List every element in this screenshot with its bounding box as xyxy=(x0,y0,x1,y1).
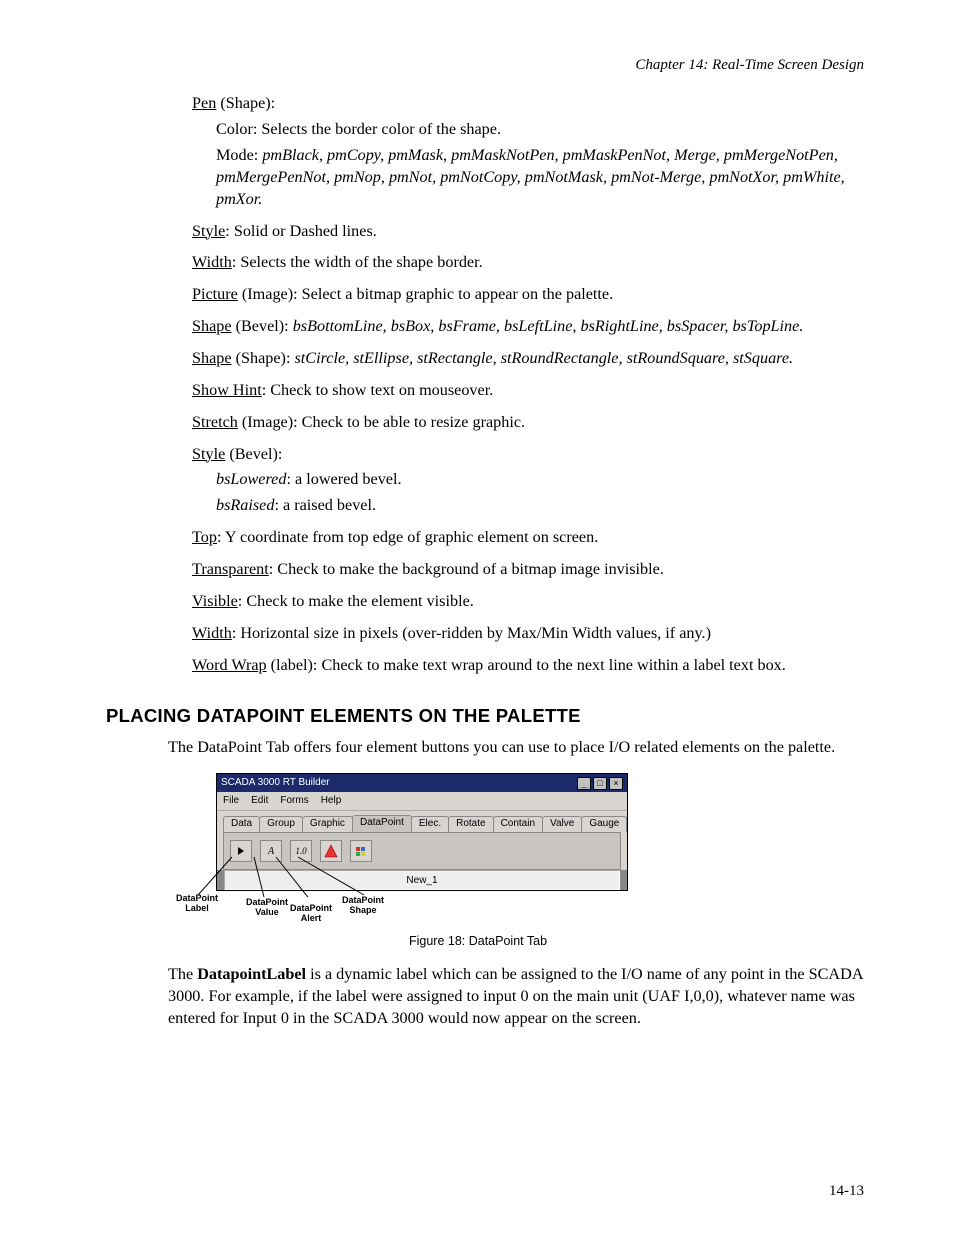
callout-dp-shape: DataPoint Shape xyxy=(334,895,392,915)
menu-help[interactable]: Help xyxy=(321,792,342,810)
pointer-tool-icon[interactable] xyxy=(230,840,252,862)
def-picture: Picture (Image): Select a bitmap graphic… xyxy=(192,284,864,306)
minimize-button[interactable]: _ xyxy=(577,777,591,790)
def-pen: Pen (Shape): Color: Selects the border c… xyxy=(192,93,864,210)
figure-callout-labels: DataPoint Label DataPoint Value DataPoin… xyxy=(168,891,636,921)
tab-group[interactable]: Group xyxy=(259,816,303,832)
tool-a[interactable]: A xyxy=(260,840,282,862)
tab-datapoint[interactable]: DataPoint xyxy=(352,815,412,832)
figure-stage: New_1 xyxy=(217,870,627,890)
section-after: The DatapointLabel is a dynamic label wh… xyxy=(168,964,864,1030)
chapter-header: Chapter 14: Real-Time Screen Design xyxy=(106,55,864,75)
def-wordwrap: Word Wrap (label): Check to make text wr… xyxy=(192,655,864,677)
menu-edit[interactable]: Edit xyxy=(251,792,268,810)
callout-dp-alert: DataPoint Alert xyxy=(282,903,340,923)
pen-color: Color: Selects the border color of the s… xyxy=(216,119,864,141)
def-shape-bevel: Shape (Bevel): bsBottomLine, bsBox, bsFr… xyxy=(192,316,864,338)
maximize-button[interactable]: □ xyxy=(593,777,607,790)
tab-contain[interactable]: Contain xyxy=(493,816,543,832)
def-showhint: Show Hint: Check to show text on mouseov… xyxy=(192,380,864,402)
def-width2: Width: Horizontal size in pixels (over-r… xyxy=(192,623,864,645)
menu-forms[interactable]: Forms xyxy=(280,792,308,810)
tab-valve[interactable]: Valve xyxy=(542,816,582,832)
def-transparent: Transparent: Check to make the backgroun… xyxy=(192,559,864,581)
figure-title: SCADA 3000 RT Builder xyxy=(221,774,330,792)
def-top: Top: Y coordinate from top edge of graph… xyxy=(192,527,864,549)
section-intro: The DataPoint Tab offers four element bu… xyxy=(168,737,864,759)
figure-wrap: SCADA 3000 RT Builder _ □ × File Edit Fo… xyxy=(168,773,788,950)
term-pen-suffix: (Shape): xyxy=(216,94,275,112)
stage-tab-label[interactable]: New_1 xyxy=(406,874,437,888)
def-style2: Style (Bevel): bsLowered: a lowered beve… xyxy=(192,444,864,518)
tab-gauge[interactable]: Gauge xyxy=(581,816,627,832)
pen-mode: Mode: pmBlack, pmCopy, pmMask, pmMaskNot… xyxy=(216,145,864,211)
tab-rotate[interactable]: Rotate xyxy=(448,816,493,832)
callout-dp-label: DataPoint Label xyxy=(168,893,226,913)
tab-graphic[interactable]: Graphic xyxy=(302,816,353,832)
page-number: 14-13 xyxy=(829,1181,864,1201)
def-style1: Style: Solid or Dashed lines. xyxy=(192,221,864,243)
figure-titlebar: SCADA 3000 RT Builder _ □ × xyxy=(217,774,627,792)
menu-file[interactable]: File xyxy=(223,792,239,810)
arrow-icon xyxy=(238,847,244,855)
figure-tabs: Data Group Graphic DataPoint Elec. Rotat… xyxy=(223,815,621,832)
figure-menubar: File Edit Forms Help xyxy=(217,792,627,811)
figure-caption: Figure 18: DataPoint Tab xyxy=(168,933,788,950)
tab-audvid[interactable]: Aud/Vid xyxy=(626,816,628,832)
close-button[interactable]: × xyxy=(609,777,623,790)
tool-alert-icon[interactable] xyxy=(320,840,342,862)
def-width1: Width: Selects the width of the shape bo… xyxy=(192,252,864,274)
term-pen: Pen xyxy=(192,94,216,112)
def-stretch: Stretch (Image): Check to be able to res… xyxy=(192,412,864,434)
tool-shape-icon[interactable] xyxy=(350,840,372,862)
tab-data[interactable]: Data xyxy=(223,816,260,832)
tab-panel: A 1.0 ▲ ▼ xyxy=(223,832,621,870)
tab-elec[interactable]: Elec. xyxy=(411,816,449,832)
section-heading: Placing DataPoint Elements on the Palett… xyxy=(106,704,864,729)
def-visible: Visible: Check to make the element visib… xyxy=(192,591,864,613)
tool-value[interactable]: 1.0 xyxy=(290,840,312,862)
figure-window: SCADA 3000 RT Builder _ □ × File Edit Fo… xyxy=(216,773,628,891)
def-shape-shape: Shape (Shape): stCircle, stEllipse, stRe… xyxy=(192,348,864,370)
